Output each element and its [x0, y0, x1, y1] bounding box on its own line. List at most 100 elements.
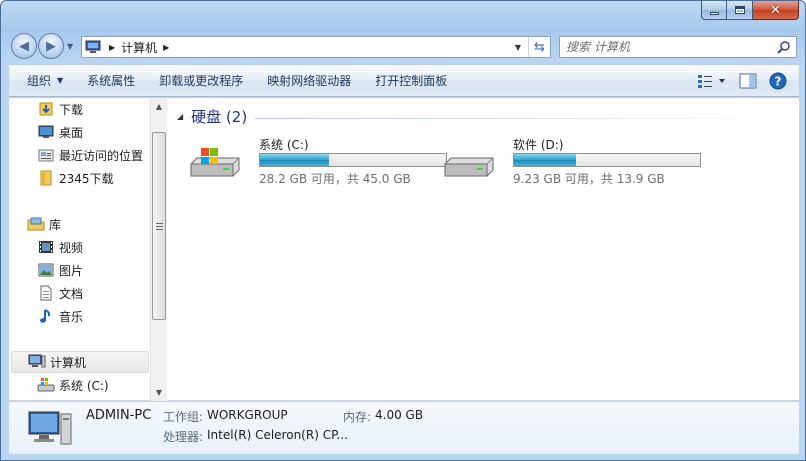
history-buttons: ◀ ▶ ▼ — [11, 33, 73, 59]
system-properties-label: 系统属性 — [87, 74, 136, 88]
nav-item-downloads[interactable]: 下载 — [37, 98, 83, 120]
nav-item-label: 下载 — [59, 102, 84, 117]
svg-text:?: ? — [775, 74, 782, 88]
breadcrumb-computer[interactable]: 计算机 — [121, 39, 157, 56]
processor-label: 处理器: — [163, 430, 204, 444]
forward-arrow-icon: ▶ — [46, 38, 56, 54]
map-network-drive-button[interactable]: 映射网络驱动器 — [255, 65, 363, 96]
search-input[interactable] — [566, 40, 766, 54]
recent-pages-dropdown-icon[interactable]: ▼ — [67, 42, 73, 51]
computer-name: ADMIN-PC — [86, 408, 152, 423]
hard-drive-icon — [441, 148, 497, 185]
grip-icon — [155, 222, 163, 230]
recent-places-icon — [37, 147, 55, 163]
nav-item-recent-places[interactable]: 最近访问的位置 — [37, 144, 143, 166]
group-header-hard-drives[interactable]: ◢ 硬盘 (2) — [177, 106, 797, 127]
close-icon: ✕ — [770, 2, 781, 18]
drive-d[interactable]: 软件 (D:) 9.23 GB 可用，共 13.9 GB — [441, 136, 701, 190]
back-button[interactable]: ◀ — [11, 33, 37, 59]
windows-drive-icon — [187, 148, 243, 185]
drive-usage-fill — [514, 154, 577, 166]
computer-icon — [85, 39, 103, 55]
drive-name: 软件 (D:) — [513, 138, 564, 152]
nav-item-documents[interactable]: 文档 — [37, 282, 83, 304]
nav-item-pictures[interactable]: 图片 — [37, 259, 83, 281]
nav-item-videos[interactable]: 视频 — [37, 236, 83, 258]
nav-item-music[interactable]: 音乐 — [37, 305, 83, 327]
control-panel-label: 打开控制面板 — [375, 74, 448, 88]
uninstall-program-button[interactable]: 卸载或更改程序 — [147, 65, 255, 96]
collapse-group-icon[interactable]: ◢ — [177, 112, 183, 121]
navigation-scrollbar[interactable]: ▲ ▼ — [150, 98, 167, 401]
nav-item-computer[interactable]: 计算机 — [11, 351, 149, 373]
nav-item-label: 文档 — [59, 286, 84, 301]
scroll-up-icon[interactable]: ▲ — [151, 98, 167, 115]
processor-value: Intel(R) Celeron(R) CP... — [207, 428, 348, 442]
drive-usage-bar — [259, 153, 447, 167]
computer-icon — [27, 408, 73, 451]
close-button[interactable]: ✕ — [753, 1, 799, 20]
uninstall-label: 卸载或更改程序 — [159, 74, 244, 88]
memory-label: 内存: — [343, 410, 372, 424]
nav-item-label: 2345下载 — [59, 171, 114, 186]
nav-item-label: 计算机 — [50, 355, 87, 370]
nav-item-label: 库 — [49, 217, 62, 232]
nav-item-label: 最近访问的位置 — [59, 148, 144, 163]
address-dropdown-icon[interactable]: ▼ — [510, 37, 526, 57]
folder-icon — [37, 170, 55, 186]
music-icon — [37, 308, 55, 324]
workgroup-label: 工作组: — [163, 410, 204, 424]
desktop-icon — [37, 124, 55, 140]
window-frame: ✕ ◀ ▶ ▼ ▶ 计算机 ▶ ▼ ⇆ 组织 ▼ 系统属性 卸载或更改程序 映射… — [0, 0, 806, 461]
toolbar-right-group: ? — [691, 65, 799, 96]
drive-free-space: 28.2 GB 可用，共 45.0 GB — [259, 172, 411, 186]
breadcrumb-separator-icon[interactable]: ▶ — [163, 43, 169, 52]
system-drive-icon — [37, 377, 55, 393]
chevron-down-icon: ▼ — [57, 76, 64, 85]
group-title: 硬盘 (2) — [191, 108, 248, 126]
nav-item-label: 桌面 — [59, 125, 84, 140]
workgroup-value: WORKGROUP — [207, 408, 288, 422]
drive-usage-bar — [513, 153, 701, 167]
command-bar: 组织 ▼ 系统属性 卸载或更改程序 映射网络驱动器 打开控制面板 ? — [9, 64, 799, 97]
maximize-button[interactable] — [727, 1, 753, 20]
forward-button[interactable]: ▶ — [38, 33, 64, 59]
open-control-panel-button[interactable]: 打开控制面板 — [363, 65, 459, 96]
maximize-icon — [734, 6, 745, 14]
libraries-icon — [27, 216, 45, 232]
pictures-icon — [37, 262, 55, 278]
nav-item-libraries[interactable]: 库 — [27, 213, 61, 235]
group-divider — [255, 118, 797, 119]
address-bar[interactable]: ▶ 计算机 ▶ ▼ ⇆ — [81, 36, 551, 58]
minimize-icon — [709, 11, 719, 15]
minimize-button[interactable] — [701, 1, 727, 20]
details-pane: ADMIN-PC 工作组: WORKGROUP 内存: 4.00 GB 处理器:… — [9, 402, 799, 454]
breadcrumb-separator-icon[interactable]: ▶ — [109, 43, 115, 52]
nav-item-label: 视频 — [59, 240, 84, 255]
organize-button[interactable]: 组织 ▼ — [9, 65, 75, 96]
system-properties-button[interactable]: 系统属性 — [75, 65, 147, 96]
drive-free-space: 9.23 GB 可用，共 13.9 GB — [513, 172, 665, 186]
view-icon — [698, 74, 725, 88]
organize-label: 组织 — [27, 74, 52, 88]
scroll-down-icon[interactable]: ▼ — [151, 384, 167, 401]
drive-c[interactable]: 系统 (C:) 28.2 GB 可用，共 45.0 GB — [187, 136, 447, 190]
search-icon[interactable] — [777, 40, 791, 57]
nav-item-label: 系统 (C:) — [59, 378, 109, 393]
nav-item-desktop[interactable]: 桌面 — [37, 121, 83, 143]
nav-item-2345-downloads[interactable]: 2345下载 — [37, 167, 114, 189]
change-view-button[interactable] — [691, 65, 733, 96]
caption-buttons: ✕ — [701, 1, 799, 20]
drive-usage-fill — [260, 154, 330, 166]
help-button[interactable]: ? — [763, 65, 799, 96]
navigation-pane: 下载 桌面 最近访问的位置 2345下载 库 视频 图片 文档 音乐 计算机 系… — [9, 98, 167, 401]
nav-item-system-drive[interactable]: 系统 (C:) — [37, 374, 109, 396]
computer-icon — [28, 354, 46, 370]
nav-item-label: 音乐 — [59, 309, 84, 324]
nav-item-label: 图片 — [59, 263, 84, 278]
preview-pane-button[interactable] — [733, 65, 763, 96]
downloads-folder-icon — [37, 101, 55, 117]
scrollbar-thumb[interactable] — [152, 132, 166, 320]
refresh-icon[interactable]: ⇆ — [528, 37, 550, 57]
search-box[interactable] — [559, 36, 797, 58]
